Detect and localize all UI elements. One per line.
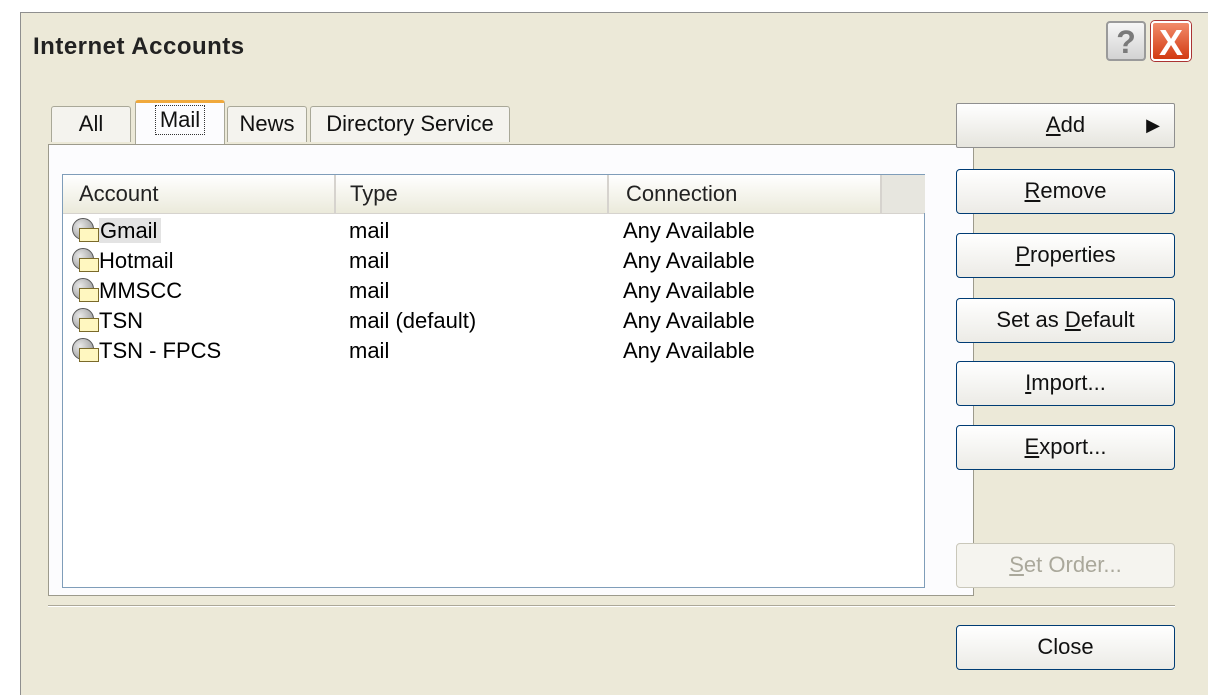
help-button[interactable]: ? xyxy=(1106,21,1146,61)
account-name: Gmail xyxy=(99,218,162,243)
account-row-tsn[interactable]: TSN mail (default) Any Available xyxy=(63,306,924,336)
close-window-button[interactable]: X xyxy=(1151,21,1191,63)
tab-news[interactable]: News xyxy=(227,106,307,142)
close-button[interactable]: Close xyxy=(956,625,1175,670)
account-name: Hotmail xyxy=(99,248,174,273)
account-row-tsn-fpcs[interactable]: TSN - FPCS mail Any Available xyxy=(63,336,924,366)
column-header-connection[interactable]: Connection xyxy=(609,175,882,213)
mail-account-icon xyxy=(69,248,99,272)
account-type: mail xyxy=(349,248,390,273)
account-name: TSN - FPCS xyxy=(99,338,222,363)
tab-label: Mail xyxy=(154,105,206,135)
mail-account-icon xyxy=(69,218,99,242)
btn-accel: D xyxy=(1064,307,1081,332)
tab-mail[interactable]: Mail xyxy=(135,100,225,144)
window-title: Internet Accounts xyxy=(33,33,245,60)
tab-label: Directory Service xyxy=(326,111,494,136)
btn-text: Close xyxy=(1037,634,1094,659)
btn-text: et Order... xyxy=(1023,552,1122,577)
btn-text: xport... xyxy=(1039,434,1107,459)
tab-label: All xyxy=(78,111,104,136)
tab-all[interactable]: All xyxy=(51,106,131,142)
column-header-type[interactable]: Type xyxy=(336,175,609,213)
btn-accel: E xyxy=(1024,434,1040,459)
account-name: TSN xyxy=(99,308,143,333)
account-row-mmscc[interactable]: MMSCC mail Any Available xyxy=(63,276,924,306)
internet-accounts-dialog: Internet Accounts ? X All Mail News Dire… xyxy=(20,12,1208,695)
submenu-arrow-icon: ▶ xyxy=(1146,115,1160,135)
accounts-list[interactable]: Account Type Connection Gmail mail Any A… xyxy=(62,174,925,588)
tab-directory-service[interactable]: Directory Service xyxy=(310,106,510,142)
mail-account-icon xyxy=(69,308,99,332)
account-type: mail xyxy=(349,338,390,363)
export-button[interactable]: Export... xyxy=(956,425,1175,470)
import-button[interactable]: Import... xyxy=(956,361,1175,406)
column-header-account[interactable]: Account xyxy=(63,175,336,213)
tab-label: News xyxy=(239,111,295,136)
properties-button[interactable]: Properties xyxy=(956,233,1175,278)
account-type: mail (default) xyxy=(349,308,477,333)
set-as-default-button[interactable]: Set as Default xyxy=(956,298,1175,343)
remove-button[interactable]: Remove xyxy=(956,169,1175,214)
title-bar[interactable]: Internet Accounts ? X xyxy=(21,13,1208,83)
btn-accel: A xyxy=(1045,112,1061,137)
btn-text: dd xyxy=(1060,112,1086,137)
divider xyxy=(48,605,1175,607)
set-order-button[interactable]: Set Order... xyxy=(956,543,1175,588)
account-connection: Any Available xyxy=(623,218,755,243)
account-connection: Any Available xyxy=(623,278,755,303)
account-name: MMSCC xyxy=(99,278,183,303)
mail-account-icon xyxy=(69,278,99,302)
btn-text: mport... xyxy=(1031,370,1106,395)
btn-text: emove xyxy=(1040,178,1107,203)
account-connection: Any Available xyxy=(623,308,755,333)
column-header-filler xyxy=(882,175,925,213)
account-type: mail xyxy=(349,278,390,303)
list-header: Account Type Connection xyxy=(63,175,925,214)
btn-text: Set as xyxy=(996,307,1065,332)
btn-accel: P xyxy=(1015,242,1031,267)
btn-text: roperties xyxy=(1030,242,1116,267)
account-row-gmail[interactable]: Gmail mail Any Available xyxy=(63,216,924,246)
add-button[interactable]: Add ▶ xyxy=(956,103,1175,148)
account-row-hotmail[interactable]: Hotmail mail Any Available xyxy=(63,246,924,276)
close-icon: X xyxy=(1158,22,1183,63)
mail-account-icon xyxy=(69,338,99,362)
btn-accel: R xyxy=(1024,178,1041,203)
account-connection: Any Available xyxy=(623,338,755,363)
account-connection: Any Available xyxy=(623,248,755,273)
desktop-background xyxy=(0,0,20,695)
account-type: mail xyxy=(349,218,390,243)
help-icon: ? xyxy=(1116,24,1136,60)
btn-accel: S xyxy=(1009,552,1024,577)
btn-text: efault xyxy=(1080,307,1135,332)
